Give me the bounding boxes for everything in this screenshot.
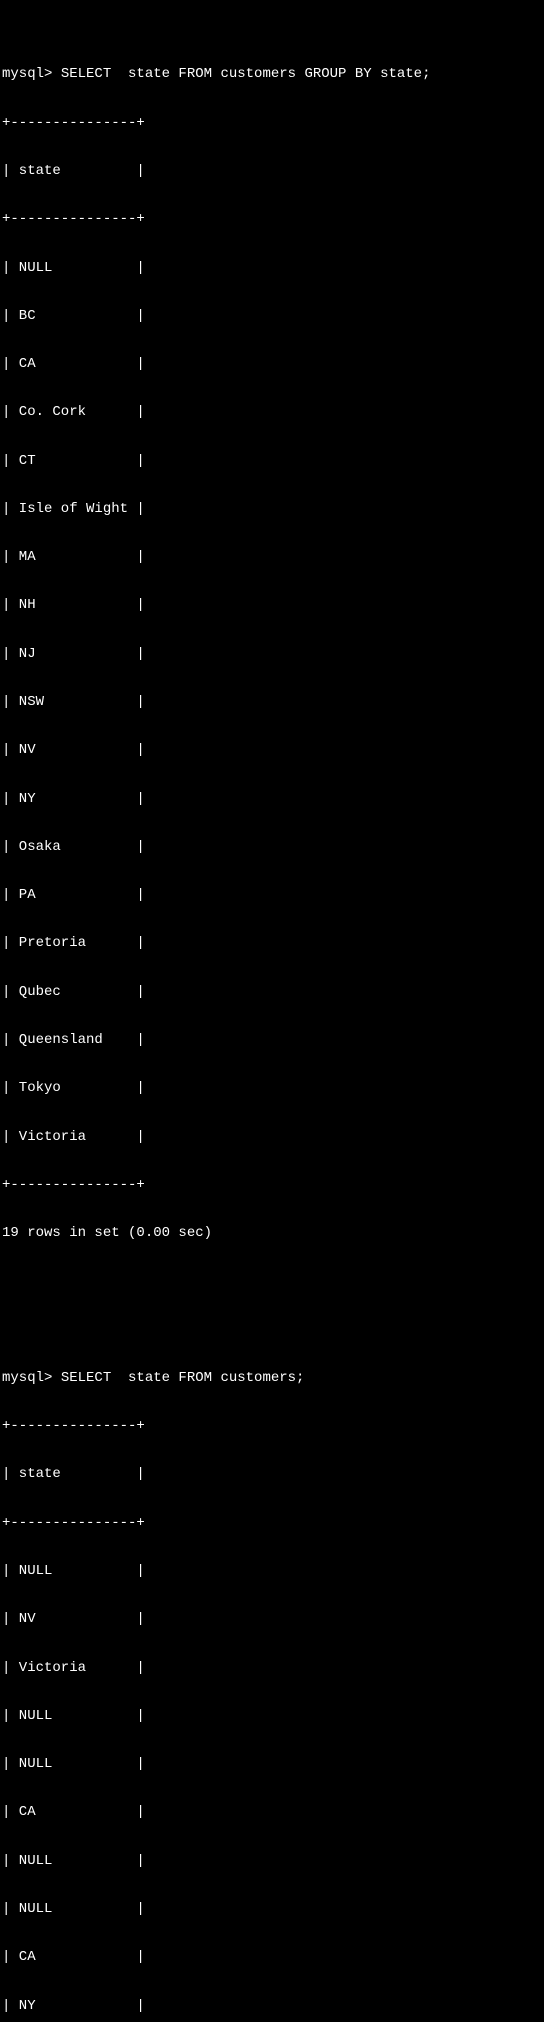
table-row: | CA | (2, 1949, 542, 1965)
mysql-terminal[interactable]: mysql> SELECT state FROM customers GROUP… (0, 0, 544, 2022)
table-row: | NY | (2, 791, 542, 807)
table-row: | Qubec | (2, 984, 542, 1000)
table-row: | Pretoria | (2, 935, 542, 951)
table-row: | Queensland | (2, 1032, 542, 1048)
table-row: | NJ | (2, 646, 542, 662)
table-row: | PA | (2, 887, 542, 903)
table-row: | NV | (2, 1611, 542, 1627)
table-row: | Isle of Wight | (2, 501, 542, 517)
sql-prompt-line: mysql> SELECT state FROM customers GROUP… (2, 66, 542, 82)
table-row: | Co. Cork | (2, 404, 542, 420)
table-row: | NULL | (2, 260, 542, 276)
table-border: +---------------+ (2, 1418, 542, 1434)
prompt: mysql> (2, 66, 61, 82)
table-row: | NV | (2, 742, 542, 758)
table-row: | NH | (2, 597, 542, 613)
table-border: +---------------+ (2, 115, 542, 131)
sql-statement: SELECT state FROM customers GROUP BY sta… (61, 66, 431, 82)
table-row: | NULL | (2, 1756, 542, 1772)
table-row: | NULL | (2, 1901, 542, 1917)
table-row: | CA | (2, 356, 542, 372)
sql-statement: SELECT state FROM customers; (61, 1370, 305, 1386)
table-row: | CT | (2, 453, 542, 469)
table-row: | CA | (2, 1804, 542, 1820)
table-row: | NULL | (2, 1853, 542, 1869)
table-row: | NY | (2, 1998, 542, 2014)
table-border: +---------------+ (2, 1515, 542, 1531)
table-border: +---------------+ (2, 211, 542, 227)
table-row: | NULL | (2, 1708, 542, 1724)
table-row: | BC | (2, 308, 542, 324)
blank-line (2, 1290, 542, 1306)
table-header: | state | (2, 1466, 542, 1482)
table-row: | Osaka | (2, 839, 542, 855)
table-row: | Tokyo | (2, 1080, 542, 1096)
table-row: | NULL | (2, 1563, 542, 1579)
table-row: | MA | (2, 549, 542, 565)
table-border: +---------------+ (2, 1177, 542, 1193)
table-header: | state | (2, 163, 542, 179)
table-row: | Victoria | (2, 1660, 542, 1676)
table-row: | NSW | (2, 694, 542, 710)
prompt: mysql> (2, 1370, 61, 1386)
table-row: | Victoria | (2, 1129, 542, 1145)
sql-prompt-line: mysql> SELECT state FROM customers; (2, 1370, 542, 1386)
result-summary: 19 rows in set (0.00 sec) (2, 1225, 542, 1241)
